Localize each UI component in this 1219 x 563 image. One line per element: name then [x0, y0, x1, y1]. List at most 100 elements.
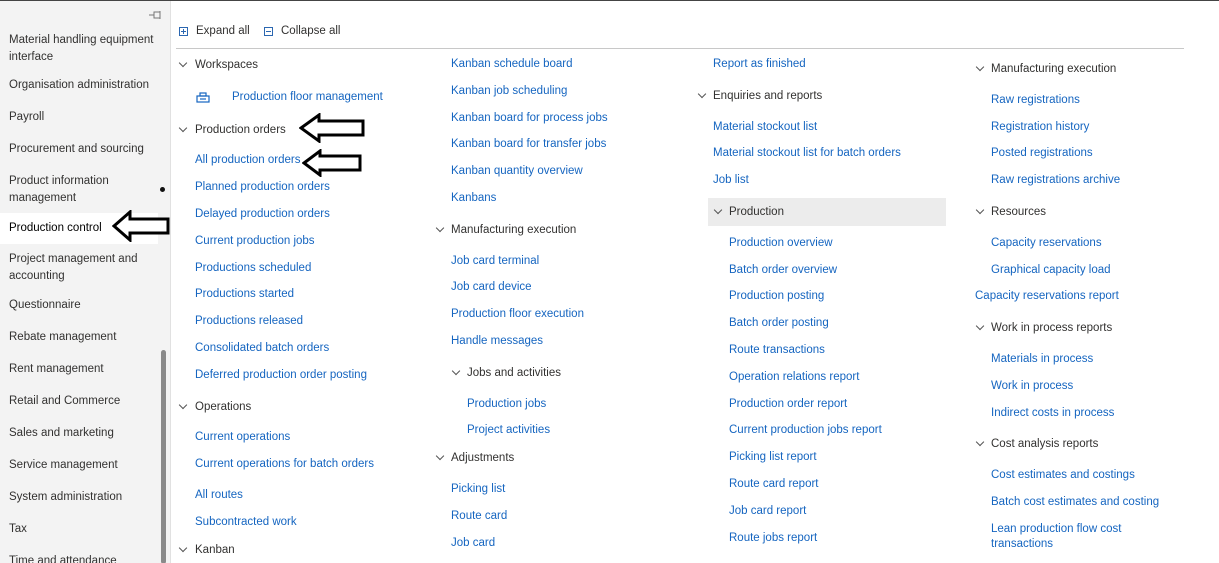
link-cost-estimates-and-costings[interactable]: Cost estimates and costings — [991, 468, 1135, 483]
sidebar-item-organisation-administration[interactable]: Organisation administration — [0, 77, 158, 94]
link-production-overview[interactable]: Production overview — [729, 236, 833, 251]
sidebar-item-service-management[interactable]: Service management — [0, 457, 158, 474]
chevron-down-icon[interactable] — [435, 223, 445, 233]
link-job-card[interactable]: Job card — [451, 536, 495, 551]
group-wip-reports[interactable]: Work in process reports — [991, 321, 1112, 336]
link-current-production-jobs-report[interactable]: Current production jobs report — [729, 423, 882, 438]
group-jobs-and-activities[interactable]: Jobs and activities — [467, 366, 561, 381]
link-handle-messages[interactable]: Handle messages — [451, 334, 543, 349]
group-adjustments[interactable]: Adjustments — [451, 451, 514, 466]
sidebar-item-retail-commerce[interactable]: Retail and Commerce — [0, 393, 158, 410]
link-route-card[interactable]: Route card — [451, 509, 507, 524]
group-kanban[interactable]: Kanban — [195, 543, 235, 558]
sidebar-item-time-attendance[interactable]: Time and attendance — [0, 553, 158, 563]
link-operation-relations-report[interactable]: Operation relations report — [729, 370, 859, 385]
link-productions-started[interactable]: Productions started — [195, 287, 294, 302]
link-job-card-device[interactable]: Job card device — [451, 280, 532, 295]
link-all-routes[interactable]: All routes — [195, 488, 243, 503]
sidebar-item-system-administration[interactable]: System administration — [0, 489, 158, 506]
chevron-down-icon[interactable] — [975, 205, 985, 215]
chevron-down-icon[interactable] — [178, 58, 188, 68]
link-registration-history[interactable]: Registration history — [991, 120, 1089, 135]
sidebar-item-rebate-management[interactable]: Rebate management — [0, 329, 158, 346]
link-lean-production-flow-cost[interactable]: Lean production flow cost transactions — [991, 522, 1141, 552]
group-manufacturing-execution-reports[interactable]: Manufacturing execution — [991, 62, 1116, 77]
sidebar-item-procurement[interactable]: Procurement and sourcing — [0, 141, 158, 158]
link-deferred-production-order-posting[interactable]: Deferred production order posting — [195, 368, 367, 383]
link-current-operations[interactable]: Current operations — [195, 430, 290, 445]
sidebar-item-rent-management[interactable]: Rent management — [0, 361, 158, 378]
group-operations[interactable]: Operations — [195, 400, 251, 415]
expand-all-button[interactable]: Expand all — [179, 23, 250, 39]
link-project-activities[interactable]: Project activities — [467, 423, 550, 438]
chevron-down-icon[interactable] — [975, 321, 985, 331]
link-raw-registrations[interactable]: Raw registrations — [991, 93, 1080, 108]
chevron-down-icon[interactable] — [697, 89, 707, 99]
link-job-card-report[interactable]: Job card report — [729, 504, 806, 519]
collapse-all-button[interactable]: Collapse all — [264, 23, 340, 39]
link-productions-released[interactable]: Productions released — [195, 314, 303, 329]
link-kanban-schedule-board[interactable]: Kanban schedule board — [451, 57, 573, 72]
link-posted-registrations[interactable]: Posted registrations — [991, 146, 1093, 161]
link-subcontracted-work[interactable]: Subcontracted work — [195, 515, 297, 530]
link-work-in-process[interactable]: Work in process — [991, 379, 1073, 394]
link-production-posting[interactable]: Production posting — [729, 289, 824, 304]
link-kanbans[interactable]: Kanbans — [451, 191, 496, 206]
link-job-card-terminal[interactable]: Job card terminal — [451, 254, 539, 269]
link-production-floor-execution[interactable]: Production floor execution — [451, 307, 584, 322]
sidebar-scrollbar[interactable] — [161, 350, 166, 563]
group-manufacturing-execution[interactable]: Manufacturing execution — [451, 223, 576, 238]
link-route-card-report[interactable]: Route card report — [729, 477, 819, 492]
link-materials-in-process[interactable]: Materials in process — [991, 352, 1093, 367]
sidebar-item-project-management[interactable]: Project management and accounting — [0, 251, 158, 285]
chevron-down-icon[interactable] — [975, 62, 985, 72]
link-production-jobs[interactable]: Production jobs — [467, 397, 546, 412]
chevron-down-icon[interactable] — [975, 437, 985, 447]
link-job-list[interactable]: Job list — [713, 173, 749, 188]
link-consolidated-batch-orders[interactable]: Consolidated batch orders — [195, 341, 329, 356]
group-production-orders[interactable]: Production orders — [195, 123, 286, 138]
link-all-production-orders[interactable]: All production orders — [195, 153, 300, 168]
sidebar-item-questionnaire[interactable]: Questionnaire — [0, 297, 158, 314]
chevron-down-icon[interactable] — [451, 366, 461, 376]
chevron-down-icon[interactable] — [178, 400, 188, 410]
link-picking-list[interactable]: Picking list — [451, 482, 505, 497]
link-raw-registrations-archive[interactable]: Raw registrations archive — [991, 173, 1120, 188]
link-planned-production-orders[interactable]: Planned production orders — [195, 180, 330, 195]
link-batch-cost-estimates[interactable]: Batch cost estimates and costing — [991, 495, 1159, 510]
link-indirect-costs-in-process[interactable]: Indirect costs in process — [991, 406, 1114, 421]
link-kanban-board-transfer-jobs[interactable]: Kanban board for transfer jobs — [451, 137, 606, 152]
sidebar-item-payroll[interactable]: Payroll — [0, 109, 158, 126]
group-cost-analysis-reports[interactable]: Cost analysis reports — [991, 437, 1098, 452]
pin-icon[interactable] — [149, 10, 163, 20]
link-current-production-jobs[interactable]: Current production jobs — [195, 234, 315, 249]
link-current-operations-batch[interactable]: Current operations for batch orders — [195, 457, 374, 472]
link-production-order-report[interactable]: Production order report — [729, 397, 847, 412]
link-delayed-production-orders[interactable]: Delayed production orders — [195, 207, 330, 222]
group-enquiries-and-reports[interactable]: Enquiries and reports — [713, 89, 822, 104]
link-batch-order-posting[interactable]: Batch order posting — [729, 316, 829, 331]
link-batch-order-overview[interactable]: Batch order overview — [729, 263, 837, 278]
group-resources[interactable]: Resources — [991, 205, 1046, 220]
link-kanban-board-process-jobs[interactable]: Kanban board for process jobs — [451, 111, 608, 126]
link-kanban-quantity-overview[interactable]: Kanban quantity overview — [451, 164, 583, 179]
link-route-jobs-report[interactable]: Route jobs report — [729, 531, 817, 546]
sidebar-item-material-handling[interactable]: Material handling equipment interface — [0, 32, 158, 66]
link-material-stockout-batch[interactable]: Material stockout list for batch orders — [713, 146, 901, 161]
link-report-as-finished[interactable]: Report as finished — [713, 57, 806, 72]
sidebar-item-tax[interactable]: Tax — [0, 521, 158, 538]
link-picking-list-report[interactable]: Picking list report — [729, 450, 817, 465]
chevron-down-icon[interactable] — [178, 123, 188, 133]
sidebar-item-product-information[interactable]: Product information management — [0, 173, 158, 207]
link-productions-scheduled[interactable]: Productions scheduled — [195, 261, 311, 276]
link-graphical-capacity-load[interactable]: Graphical capacity load — [991, 263, 1111, 278]
link-material-stockout-list[interactable]: Material stockout list — [713, 120, 817, 135]
link-production-floor-management[interactable]: Production floor management — [232, 90, 383, 105]
chevron-down-icon[interactable] — [178, 543, 188, 553]
sidebar-item-sales-marketing[interactable]: Sales and marketing — [0, 425, 158, 442]
link-route-transactions[interactable]: Route transactions — [729, 343, 825, 358]
link-kanban-job-scheduling[interactable]: Kanban job scheduling — [451, 84, 567, 99]
chevron-down-icon[interactable] — [435, 451, 445, 461]
link-capacity-reservations[interactable]: Capacity reservations — [991, 236, 1102, 251]
link-capacity-reservations-report[interactable]: Capacity reservations report — [975, 289, 1119, 304]
